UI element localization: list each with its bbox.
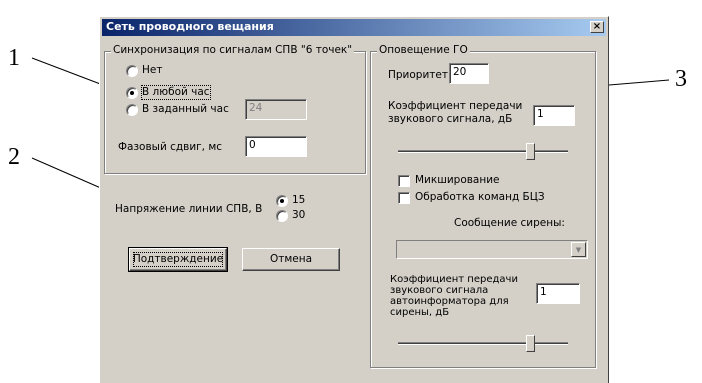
- voltage-30-radio[interactable]: [276, 210, 288, 222]
- focus-rect: [133, 252, 223, 267]
- chevron-down-icon[interactable]: ▼: [571, 242, 586, 257]
- voltage-15-radio[interactable]: [276, 195, 288, 207]
- phase-shift-label: Фазовый сдвиг, мс: [118, 141, 223, 153]
- siren-select[interactable]: ▼: [396, 240, 588, 259]
- sync-any-hour-radio[interactable]: [126, 87, 138, 99]
- sync-group-title: Синхронизация по сигналам СПВ "6 точек": [111, 44, 355, 57]
- sync-hour-field[interactable]: 24: [245, 99, 307, 120]
- phase-shift-field[interactable]: 0: [245, 136, 307, 157]
- mixing-label: Микширование: [415, 174, 500, 186]
- bcz-label: Обработка команд БЦЗ: [415, 191, 545, 203]
- auto-gain-label-line1: Коэффициент передачи: [390, 274, 518, 285]
- sync-none-radio[interactable]: [126, 65, 138, 77]
- priority-label: Приоритет: [388, 69, 448, 81]
- gain-slider[interactable]: [398, 150, 568, 153]
- gain-field[interactable]: 1: [533, 105, 575, 126]
- bcz-checkbox[interactable]: [398, 192, 410, 204]
- auto-gain-slider-thumb[interactable]: [526, 335, 536, 352]
- close-icon: ×: [592, 21, 602, 32]
- callout-2: 2: [8, 144, 20, 170]
- auto-gain-label-line4: сирены, дБ: [390, 307, 450, 318]
- window-title: Сеть проводного вещания: [106, 20, 274, 33]
- callout-3: 3: [675, 66, 687, 92]
- priority-field[interactable]: 20: [449, 63, 489, 84]
- dialog-window: Сеть проводного вещания × Синхронизация …: [99, 16, 609, 383]
- gain-label-line1: Коэффициент передачи: [388, 100, 523, 112]
- sync-any-hour-label: В любой час: [141, 85, 211, 100]
- auto-gain-field[interactable]: 1: [536, 283, 580, 304]
- confirm-button[interactable]: Подтверждение: [128, 247, 228, 272]
- title-bar[interactable]: Сеть проводного вещания ×: [102, 19, 606, 36]
- sync-set-hour-radio[interactable]: [126, 104, 138, 116]
- mixing-checkbox[interactable]: [398, 175, 410, 187]
- sync-none-label: Нет: [142, 64, 163, 76]
- auto-gain-slider[interactable]: [398, 342, 568, 345]
- sync-set-hour-label: В заданный час: [142, 103, 229, 115]
- auto-gain-label-line3: автоинформатора для: [390, 296, 509, 307]
- gain-label-line2: звукового сигнала, дБ: [388, 113, 513, 125]
- go-alert-group: Оповещение ГО: [370, 44, 596, 368]
- auto-gain-label-line2: звукового сигнала: [390, 285, 489, 296]
- voltage-label: Напряжение линии СПВ, В: [115, 203, 263, 215]
- go-group-title: Оповещение ГО: [377, 44, 470, 57]
- close-button[interactable]: ×: [590, 21, 604, 33]
- voltage-30-label: 30: [292, 209, 306, 221]
- cancel-button-label: Отмена: [269, 253, 313, 265]
- gain-slider-thumb[interactable]: [526, 143, 536, 160]
- cancel-button[interactable]: Отмена: [242, 248, 340, 271]
- callout-1: 1: [8, 45, 20, 71]
- siren-label: Сообщение сирены:: [454, 217, 565, 229]
- voltage-15-label: 15: [292, 194, 306, 206]
